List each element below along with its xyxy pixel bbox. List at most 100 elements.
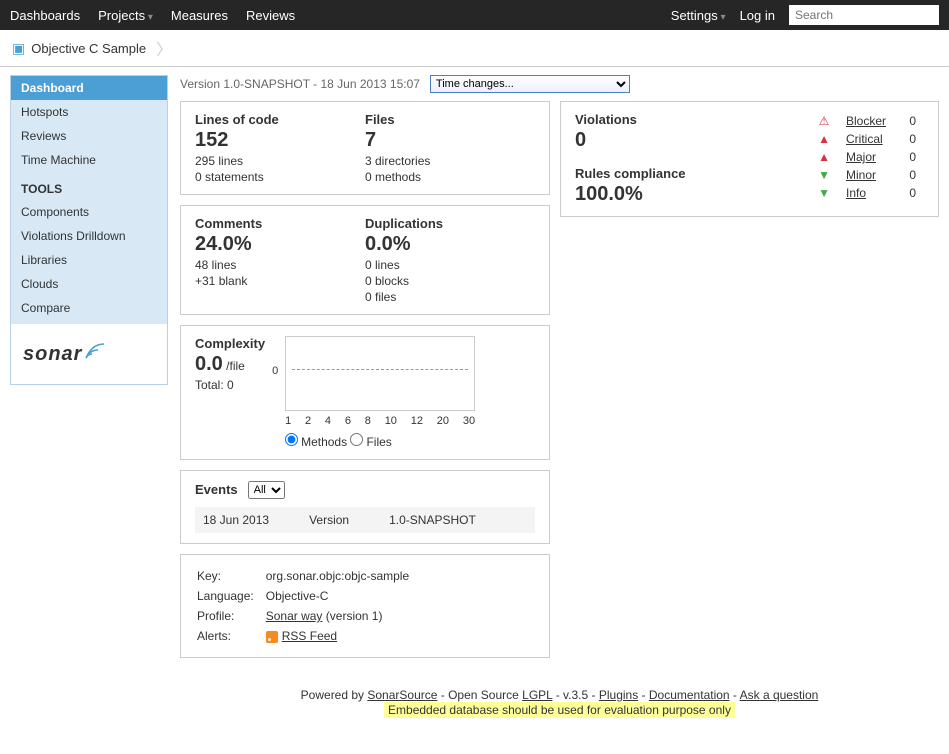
sidebar-item-libraries[interactable]: Libraries	[11, 248, 167, 272]
sidebar-item-compare[interactable]: Compare	[11, 296, 167, 320]
critical-icon: ▲	[810, 130, 838, 148]
meta-alerts-label: Alerts:	[197, 627, 264, 645]
sidebar-item-dashboard[interactable]: Dashboard	[11, 76, 167, 100]
version-text: Version 1.0-SNAPSHOT - 18 Jun 2013 15:07	[180, 77, 420, 91]
sidebar-item-hotspots[interactable]: Hotspots	[11, 100, 167, 124]
radio-methods[interactable]: Methods	[285, 435, 347, 449]
chart-baseline	[292, 369, 468, 370]
dup-value: 0.0%	[365, 233, 535, 256]
meta-key-value: org.sonar.objc:objc-sample	[266, 567, 419, 585]
footer-warning: Embedded database should be used for eva…	[384, 702, 735, 718]
complexity-chart: 0 1246810122030 Methods Files	[285, 336, 475, 449]
meta-profile-suffix: (version 1)	[322, 609, 382, 623]
sonar-waves-icon	[84, 342, 106, 363]
nav-right: Settings Log in	[671, 5, 939, 25]
nav-settings[interactable]: Settings	[671, 8, 726, 23]
comments-value: 24.0%	[195, 233, 365, 256]
comments-title: Comments	[195, 216, 365, 231]
dup-title: Duplications	[365, 216, 535, 231]
minor-link[interactable]: Minor	[846, 168, 876, 182]
footer: Powered by SonarSource - Open Source LGP…	[180, 688, 939, 738]
critical-count: 0	[894, 130, 924, 148]
sidebar: Dashboard Hotspots Reviews Time Machine …	[10, 75, 168, 385]
meta-lang-value: Objective-C	[266, 587, 419, 605]
major-link[interactable]: Major	[846, 150, 876, 164]
rss-feed-link[interactable]: RSS Feed	[282, 629, 337, 643]
violations-panel: Violations 0 Rules compliance 100.0% ⚠Bl…	[560, 101, 939, 217]
events-panel: Events All 18 Jun 2013 Version 1.0-SNAPS…	[180, 470, 550, 544]
meta-profile-label: Profile:	[197, 607, 264, 625]
time-changes-select[interactable]: Time changes...	[430, 75, 630, 93]
footer-ask-link[interactable]: Ask a question	[740, 688, 819, 702]
top-nav-bar: Dashboards Projects Measures Reviews Set…	[0, 0, 949, 30]
event-type: Version	[309, 513, 349, 527]
breadcrumb: ▣ Objective C Sample 〉	[0, 30, 949, 67]
loc-statements: 0 statements	[195, 170, 365, 184]
rss-icon	[266, 631, 278, 643]
version-row: Version 1.0-SNAPSHOT - 18 Jun 2013 15:07…	[180, 75, 939, 93]
meta-key-label: Key:	[197, 567, 264, 585]
violations-value: 0	[575, 129, 686, 152]
project-icon: ▣	[12, 40, 25, 57]
chart-axis: 1246810122030	[285, 415, 475, 427]
dashboard-content: Version 1.0-SNAPSHOT - 18 Jun 2013 15:07…	[180, 75, 939, 738]
breadcrumb-project[interactable]: Objective C Sample	[31, 41, 146, 56]
files-value: 7	[365, 129, 535, 152]
complexity-title: Complexity	[195, 336, 265, 351]
chevron-right-icon: 〉	[156, 36, 172, 60]
meta-panel: Key:org.sonar.objc:objc-sample Language:…	[180, 554, 550, 658]
blocker-link[interactable]: Blocker	[846, 114, 886, 128]
comments-panel: Comments 24.0% 48 lines +31 blank Duplic…	[180, 205, 550, 315]
sidebar-item-components[interactable]: Components	[11, 200, 167, 224]
loc-lines: 295 lines	[195, 154, 365, 168]
dup-files: 0 files	[365, 290, 535, 304]
comments-blank: +31 blank	[195, 274, 365, 288]
critical-link[interactable]: Critical	[846, 132, 883, 146]
nav-projects[interactable]: Projects	[98, 8, 153, 23]
blocker-icon: ⚠	[810, 112, 838, 130]
info-icon: ▼	[810, 184, 838, 202]
events-filter-select[interactable]: All	[248, 481, 285, 499]
chart-zero-label: 0	[272, 365, 278, 377]
sidebar-tools-heading: TOOLS	[11, 172, 167, 200]
radio-files[interactable]: Files	[350, 435, 391, 449]
loc-value: 152	[195, 129, 365, 152]
nav-reviews[interactable]: Reviews	[246, 8, 295, 23]
complexity-total: Total: 0	[195, 378, 265, 392]
nav-login[interactable]: Log in	[740, 8, 775, 23]
info-link[interactable]: Info	[846, 186, 866, 200]
events-title: Events	[195, 482, 238, 497]
event-value: 1.0-SNAPSHOT	[389, 513, 476, 527]
sidebar-item-violations-drilldown[interactable]: Violations Drilldown	[11, 224, 167, 248]
major-count: 0	[894, 148, 924, 166]
nav-measures[interactable]: Measures	[171, 8, 228, 23]
meta-profile-link[interactable]: Sonar way	[266, 609, 323, 623]
footer-sonarsource-link[interactable]: SonarSource	[367, 688, 437, 702]
search-input[interactable]	[789, 5, 939, 25]
footer-docs-link[interactable]: Documentation	[649, 688, 730, 702]
complexity-panel: Complexity 0.0 /file Total: 0 0 12468101…	[180, 325, 550, 460]
footer-lgpl-link[interactable]: LGPL	[522, 688, 552, 702]
files-methods: 0 methods	[365, 170, 535, 184]
files-title: Files	[365, 112, 535, 127]
loc-panel: Lines of code 152 295 lines 0 statements…	[180, 101, 550, 195]
meta-lang-label: Language:	[197, 587, 264, 605]
compliance-value: 100.0%	[575, 183, 686, 206]
info-count: 0	[894, 184, 924, 202]
minor-icon: ▼	[810, 166, 838, 184]
major-icon: ▲	[810, 148, 838, 166]
nav-left: Dashboards Projects Measures Reviews	[10, 8, 295, 23]
dup-blocks: 0 blocks	[365, 274, 535, 288]
sidebar-item-reviews[interactable]: Reviews	[11, 124, 167, 148]
nav-dashboards[interactable]: Dashboards	[10, 8, 80, 23]
footer-plugins-link[interactable]: Plugins	[599, 688, 638, 702]
comments-lines: 48 lines	[195, 258, 365, 272]
events-row: 18 Jun 2013 Version 1.0-SNAPSHOT	[195, 507, 535, 533]
complexity-unit: /file	[226, 359, 245, 373]
sidebar-item-clouds[interactable]: Clouds	[11, 272, 167, 296]
complexity-value: 0.0	[195, 353, 223, 375]
dup-lines: 0 lines	[365, 258, 535, 272]
blocker-count: 0	[894, 112, 924, 130]
sidebar-item-time-machine[interactable]: Time Machine	[11, 148, 167, 172]
compliance-title: Rules compliance	[575, 166, 686, 181]
